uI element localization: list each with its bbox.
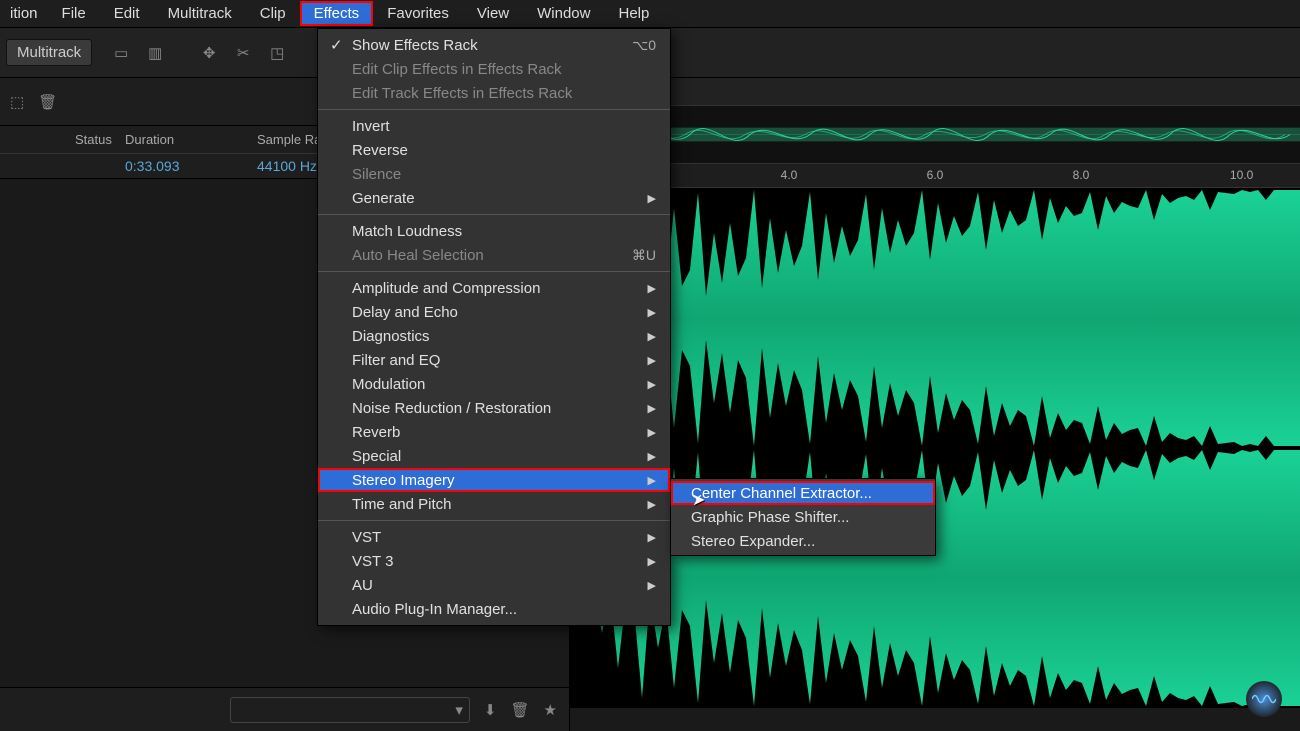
menu-filter-eq[interactable]: Filter and EQ▶ [318, 348, 670, 372]
download-icon[interactable]: ⬇ [484, 701, 497, 719]
menu-clip[interactable]: Clip [246, 1, 300, 26]
menu-edit-track-effects: Edit Track Effects in Effects Rack [318, 81, 670, 105]
submenu-arrow-icon: ▶ [648, 354, 656, 367]
spectral-display-icon[interactable]: ▥ [144, 42, 166, 64]
menu-edit-clip-effects: Edit Clip Effects in Effects Rack [318, 57, 670, 81]
submenu-arrow-icon: ▶ [648, 555, 656, 568]
waveform-display[interactable] [570, 188, 1300, 708]
submenu-arrow-icon: ▶ [648, 378, 656, 391]
watermark-badge [1246, 681, 1282, 717]
shortcut-label: ⌘U [632, 247, 656, 264]
timeline-ruler[interactable]: 2.0 4.0 6.0 8.0 10.0 [570, 164, 1300, 188]
col-duration[interactable]: Duration [125, 132, 257, 147]
menu-show-effects-rack[interactable]: ✓ Show Effects Rack ⌥0 [318, 33, 670, 57]
menu-separator [318, 271, 670, 272]
menu-diagnostics[interactable]: Diagnostics▶ [318, 324, 670, 348]
chevron-down-icon: ▾ [455, 701, 463, 719]
submenu-arrow-icon: ▶ [648, 282, 656, 295]
favorite-icon[interactable]: ★ [544, 701, 557, 719]
menu-vst3[interactable]: VST 3▶ [318, 549, 670, 573]
menu-effects[interactable]: Effects [300, 1, 374, 26]
razor-tool-icon[interactable]: ✂ [232, 42, 254, 64]
submenu-arrow-icon: ▶ [648, 330, 656, 343]
app-title: ition [0, 1, 48, 26]
menu-center-channel-extractor[interactable]: Center Channel Extractor... [671, 481, 935, 505]
menu-au[interactable]: AU▶ [318, 573, 670, 597]
waveform-overview[interactable]: placeholder [570, 106, 1300, 164]
menu-noise-reduction[interactable]: Noise Reduction / Restoration▶ [318, 396, 670, 420]
ruler-tick: 10.0 [1230, 168, 1253, 182]
submenu-arrow-icon: ▶ [648, 192, 656, 205]
slip-tool-icon[interactable]: ◳ [266, 42, 288, 64]
stereo-imagery-submenu: Center Channel Extractor... Graphic Phas… [670, 478, 936, 556]
check-icon: ✓ [330, 36, 343, 54]
submenu-arrow-icon: ▶ [648, 306, 656, 319]
menu-delay-echo[interactable]: Delay and Echo▶ [318, 300, 670, 324]
menu-auto-heal: Auto Heal Selection⌘U [318, 243, 670, 267]
menu-favorites[interactable]: Favorites [373, 1, 463, 26]
preset-bar: ▾ ⬇ 🗑 ★ [0, 687, 569, 731]
menu-match-loudness[interactable]: Match Loudness [318, 219, 670, 243]
menu-silence: Silence [318, 162, 670, 186]
menu-vst[interactable]: VST▶ [318, 525, 670, 549]
ruler-tick: 6.0 [927, 168, 944, 182]
submenu-arrow-icon: ▶ [648, 531, 656, 544]
menu-invert[interactable]: Invert [318, 114, 670, 138]
menu-stereo-expander[interactable]: Stereo Expander... [671, 529, 935, 553]
menu-edit[interactable]: Edit [100, 1, 154, 26]
menu-special[interactable]: Special▶ [318, 444, 670, 468]
menu-stereo-imagery[interactable]: Stereo Imagery▶ [318, 468, 670, 492]
delete-icon[interactable]: 🗑 [511, 701, 530, 719]
submenu-arrow-icon: ▶ [648, 498, 656, 511]
submenu-arrow-icon: ▶ [648, 402, 656, 415]
menu-graphic-phase-shifter[interactable]: Graphic Phase Shifter... [671, 505, 935, 529]
menu-reverb[interactable]: Reverb▶ [318, 420, 670, 444]
file-duration: 0:33.093 [125, 158, 257, 174]
menu-generate[interactable]: Generate▶ [318, 186, 670, 210]
menu-time-pitch[interactable]: Time and Pitch▶ [318, 492, 670, 516]
effects-dropdown: ✓ Show Effects Rack ⌥0 Edit Clip Effects… [317, 28, 671, 626]
submenu-arrow-icon: ▶ [648, 579, 656, 592]
editor-tabs: av ≡ Mixer [570, 78, 1300, 106]
submenu-arrow-icon: ▶ [648, 426, 656, 439]
menu-reverse[interactable]: Reverse [318, 138, 670, 162]
menu-modulation[interactable]: Modulation▶ [318, 372, 670, 396]
menu-separator [318, 109, 670, 110]
menu-multitrack[interactable]: Multitrack [154, 1, 246, 26]
menu-plugin-manager[interactable]: Audio Plug-In Manager... [318, 597, 670, 621]
menubar: ition File Edit Multitrack Clip Effects … [0, 0, 1300, 28]
preset-dropdown[interactable]: ▾ [230, 697, 470, 723]
menu-view[interactable]: View [463, 1, 523, 26]
menu-window[interactable]: Window [523, 1, 604, 26]
ruler-tick: 4.0 [781, 168, 798, 182]
trash-icon[interactable]: 🗑 [38, 93, 57, 111]
editor-panel: av ≡ Mixer placeholder 2.0 4.0 6.0 8.0 [570, 78, 1300, 731]
menu-separator [318, 520, 670, 521]
col-status[interactable]: Status [75, 132, 125, 147]
record-icon[interactable]: ⬚ [10, 93, 24, 111]
menu-help[interactable]: Help [604, 1, 663, 26]
submenu-arrow-icon: ▶ [648, 474, 656, 487]
menu-amplitude-compression[interactable]: Amplitude and Compression▶ [318, 276, 670, 300]
mode-multitrack-tab[interactable]: Multitrack [6, 39, 92, 66]
waveform-display-icon[interactable]: ▭ [110, 42, 132, 64]
shortcut-label: ⌥0 [632, 37, 656, 54]
menu-file[interactable]: File [48, 1, 100, 26]
move-tool-icon[interactable]: ✥ [198, 42, 220, 64]
menu-separator [318, 214, 670, 215]
submenu-arrow-icon: ▶ [648, 450, 656, 463]
ruler-tick: 8.0 [1073, 168, 1090, 182]
